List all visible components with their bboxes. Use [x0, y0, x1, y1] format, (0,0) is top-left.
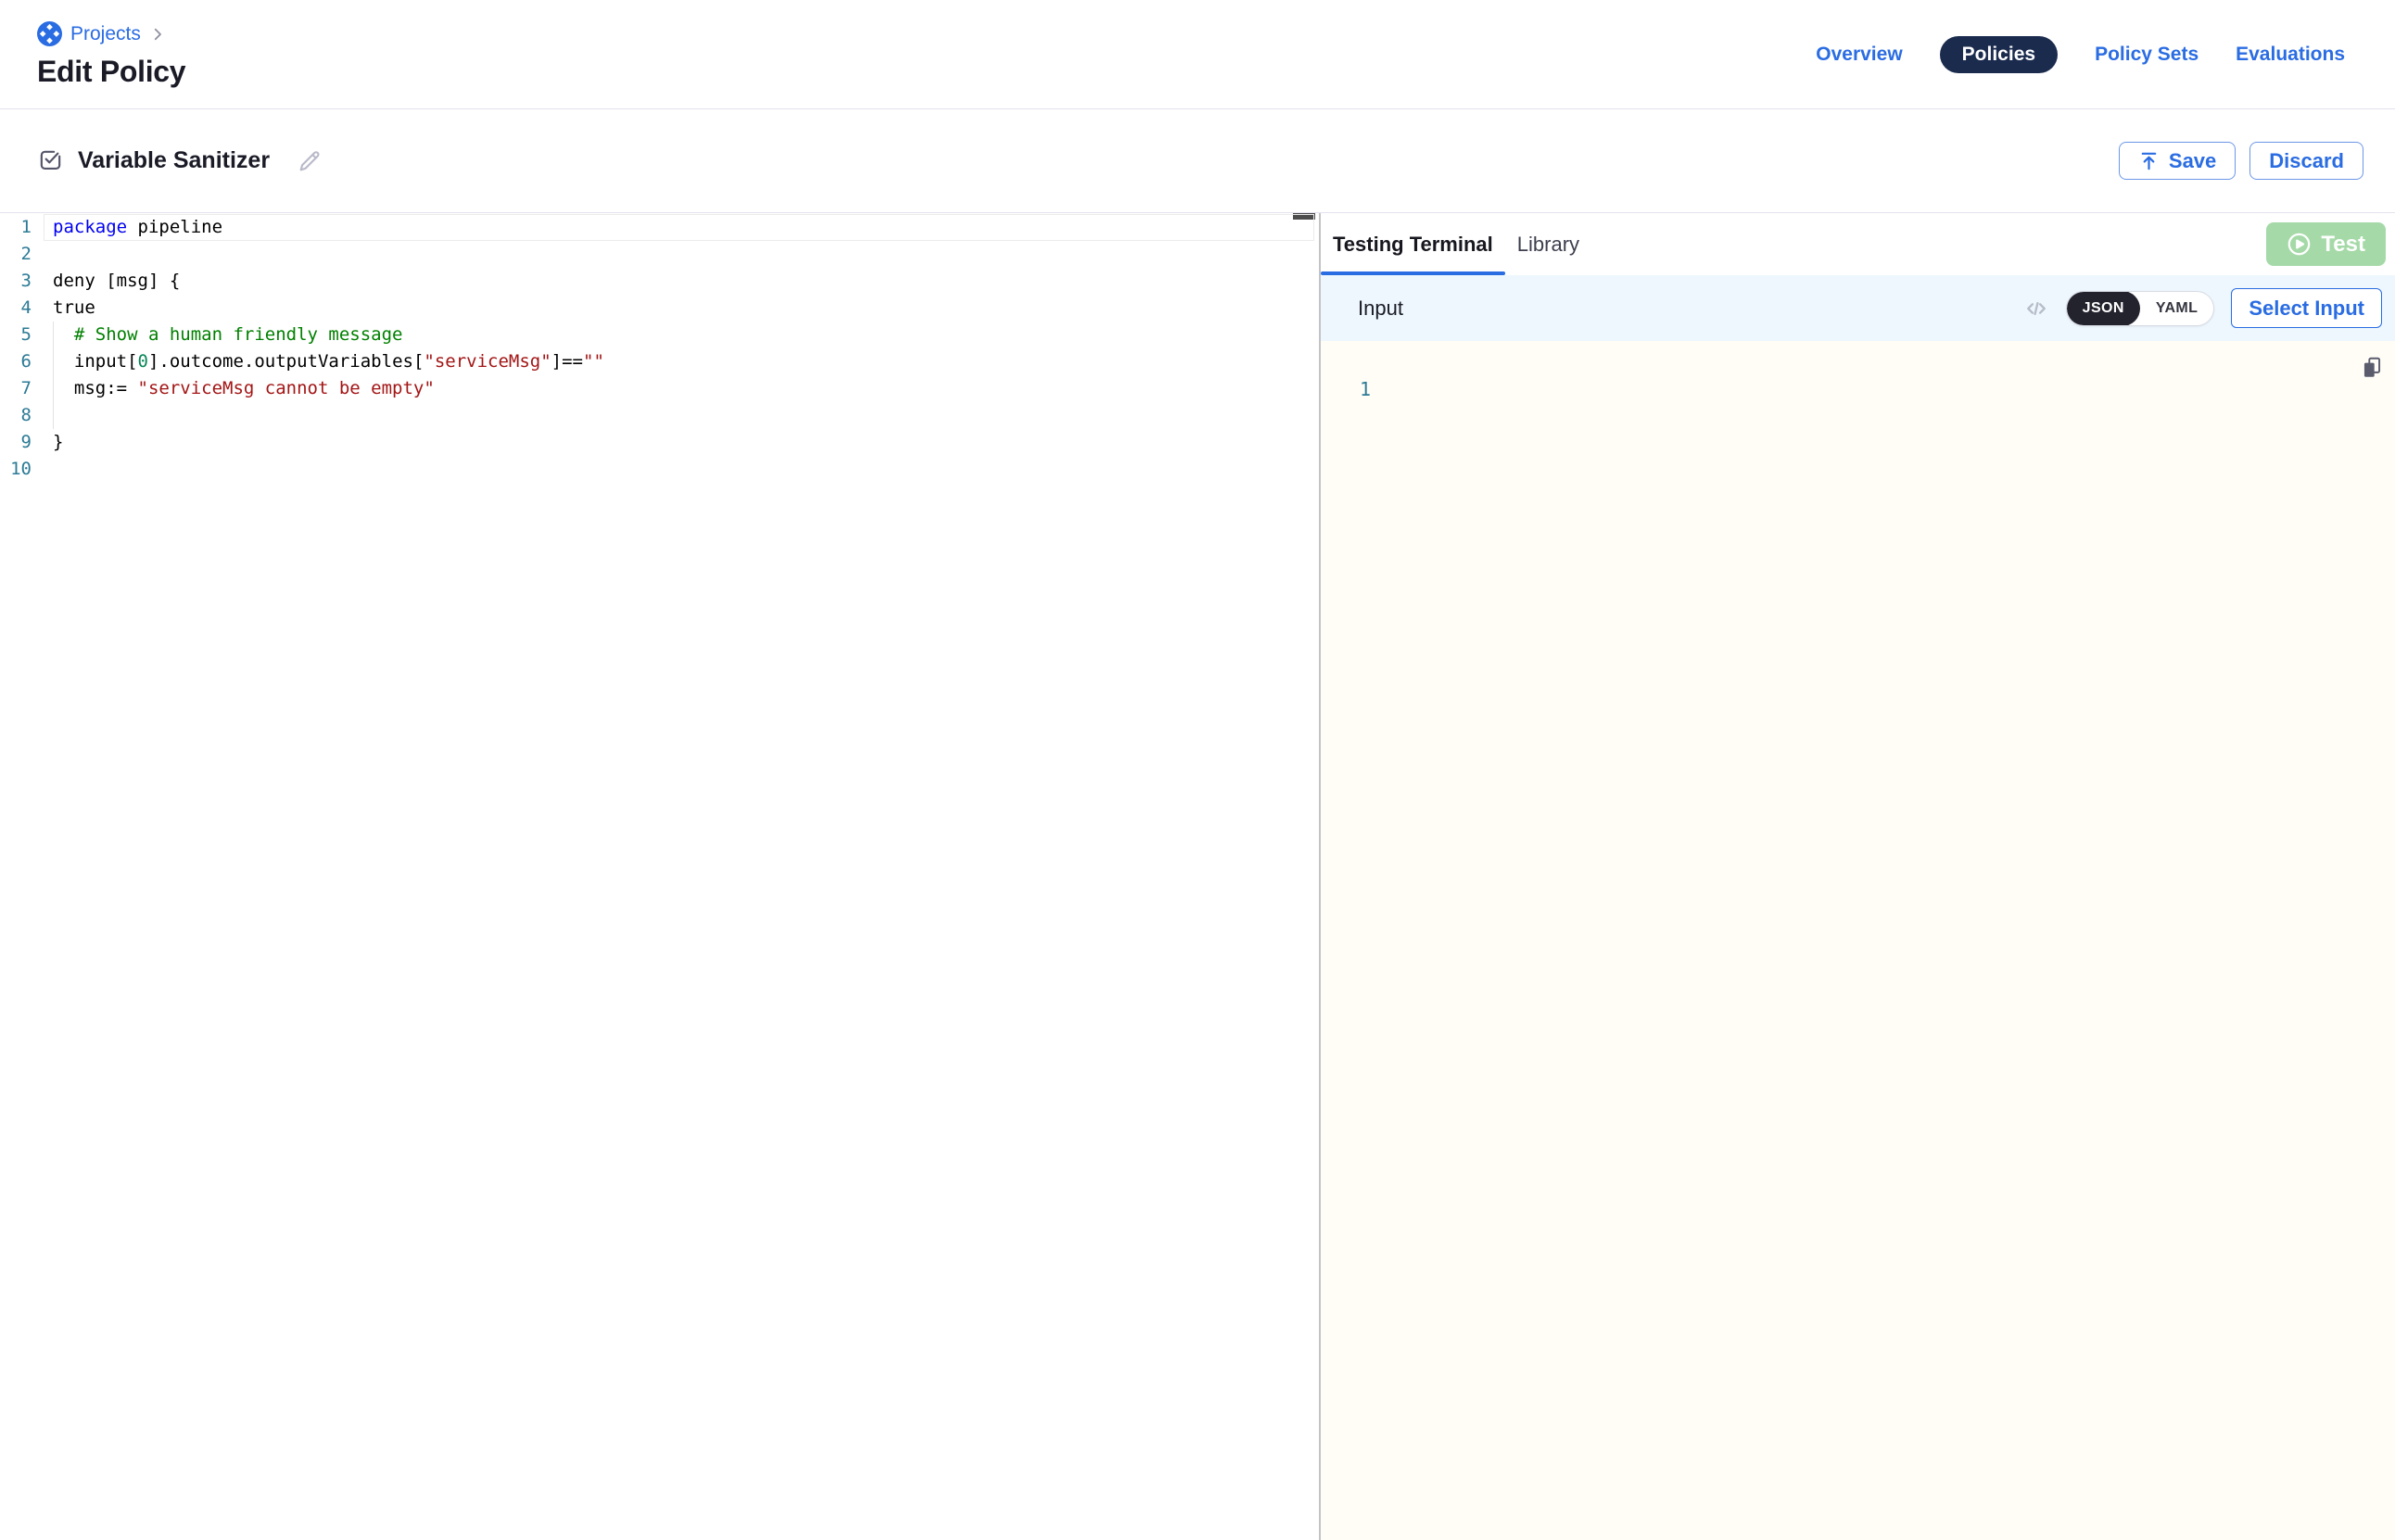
code-text — [32, 456, 53, 483]
code-brackets-icon — [2023, 296, 2049, 322]
panel-tab-library[interactable]: Library — [1505, 213, 1591, 275]
code-text: # Show a human friendly message — [32, 322, 403, 348]
line-number: 8 — [0, 402, 32, 429]
format-option-yaml[interactable]: YAML — [2140, 291, 2213, 326]
input-label: Input — [1358, 297, 1403, 321]
nav-tab-policy-sets[interactable]: Policy Sets — [2095, 44, 2199, 66]
upload-icon — [2138, 150, 2160, 171]
input-editor-line-number: 1 — [1360, 378, 1371, 400]
input-editor[interactable]: 1 — [1321, 341, 2395, 1540]
code-text: deny [msg] { — [32, 268, 180, 295]
header-nav: Overview Policies Policy Sets Evaluations — [1816, 36, 2345, 73]
line-number: 7 — [0, 375, 32, 402]
testing-panel-tabbar: Testing TerminalLibrary Test — [1321, 213, 2395, 275]
code-text: true — [32, 295, 95, 322]
code-line[interactable]: 3deny [msg] { — [0, 268, 1319, 295]
discard-button[interactable]: Discard — [2249, 142, 2363, 180]
code-text: input[0].outcome.outputVariables["servic… — [32, 348, 604, 375]
policy-code-editor[interactable]: 1package pipeline23deny [msg] {4true5 # … — [0, 213, 1319, 1540]
code-text: package pipeline — [32, 214, 222, 241]
input-header-row: Input JSONYAML Select Input — [1321, 275, 2395, 341]
code-line[interactable]: 8 — [0, 402, 1319, 429]
line-number: 5 — [0, 322, 32, 348]
code-line[interactable]: 4true — [0, 295, 1319, 322]
nav-tab-overview[interactable]: Overview — [1816, 44, 1902, 66]
line-number: 9 — [0, 429, 32, 456]
code-line[interactable]: 1package pipeline — [0, 214, 1319, 241]
nav-tab-evaluations[interactable]: Evaluations — [2236, 44, 2345, 66]
code-text — [32, 402, 53, 429]
nav-tab-policies[interactable]: Policies — [1940, 36, 2058, 73]
select-input-button[interactable]: Select Input — [2231, 288, 2382, 328]
code-line[interactable]: 6 input[0].outcome.outputVariables["serv… — [0, 348, 1319, 375]
line-number: 4 — [0, 295, 32, 322]
code-line[interactable]: 7 msg:= "serviceMsg cannot be empty" — [0, 375, 1319, 402]
page-header: Projects Edit Policy Overview Policies Pol… — [0, 0, 2395, 109]
policy-toolbar: Variable Sanitizer Save Discard — [0, 109, 2395, 213]
edit-name-pencil-icon[interactable] — [297, 148, 323, 174]
line-number: 6 — [0, 348, 32, 375]
shield-check-icon — [37, 147, 64, 174]
copy-icon[interactable] — [2360, 355, 2384, 385]
code-line[interactable]: 9} — [0, 429, 1319, 456]
code-text — [32, 241, 53, 268]
line-number: 10 — [0, 456, 32, 483]
format-option-json[interactable]: JSON — [2067, 291, 2140, 326]
code-line[interactable]: 2 — [0, 241, 1319, 268]
code-line[interactable]: 5 # Show a human friendly message — [0, 322, 1319, 348]
format-toggle: JSONYAML — [2066, 291, 2215, 326]
page-title: Edit Policy — [37, 55, 185, 89]
code-text: } — [32, 429, 63, 456]
panel-tab-testing-terminal[interactable]: Testing Terminal — [1321, 213, 1505, 275]
code-text: msg:= "serviceMsg cannot be empty" — [32, 375, 435, 402]
line-number: 1 — [0, 214, 32, 241]
chevron-right-icon — [149, 26, 166, 43]
code-line[interactable]: 10 — [0, 456, 1319, 483]
tabbar-spacer — [1591, 213, 2266, 275]
testing-panel: Testing TerminalLibrary Test Input — [1321, 213, 2395, 1540]
policy-name: Variable Sanitizer — [78, 147, 270, 174]
breadcrumb: Projects — [37, 21, 185, 46]
line-number: 3 — [0, 268, 32, 295]
projects-icon — [37, 21, 62, 46]
breadcrumb-projects-link[interactable]: Projects — [70, 23, 141, 45]
save-button[interactable]: Save — [2119, 142, 2236, 180]
test-button[interactable]: Test — [2266, 222, 2386, 266]
line-number: 2 — [0, 241, 32, 268]
play-circle-icon — [2287, 232, 2312, 257]
